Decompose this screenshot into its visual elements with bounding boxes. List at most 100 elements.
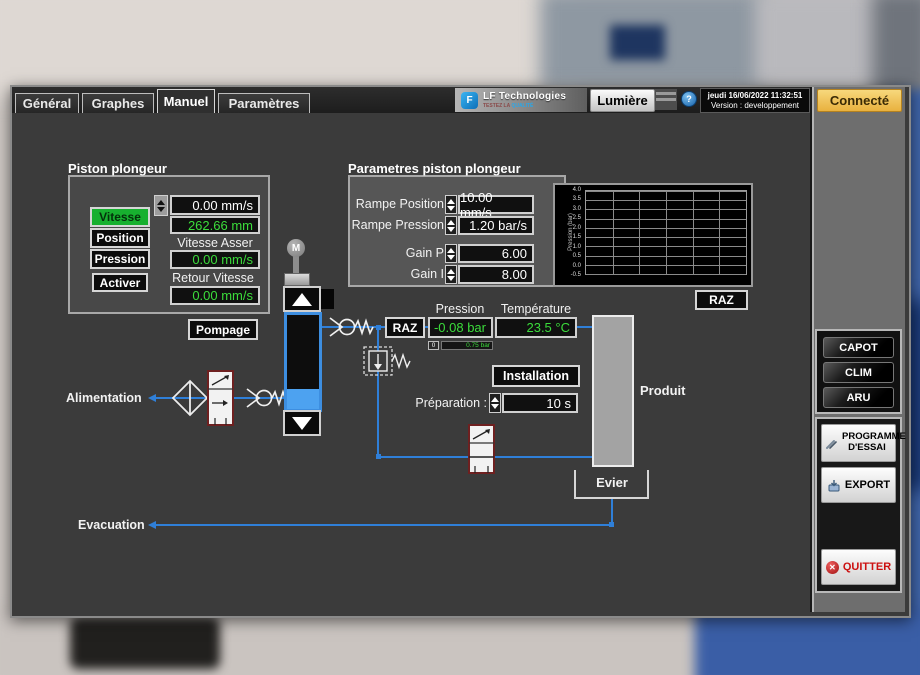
- preparation-label: Préparation :: [392, 396, 487, 410]
- rampe-pression-label: Rampe Pression: [348, 218, 444, 232]
- mode-vitesse-button[interactable]: Vitesse: [90, 207, 150, 227]
- application-window: Général Graphes Manuel Paramètres F LF T…: [10, 85, 911, 618]
- position-display: 262.66 mm: [170, 216, 260, 234]
- temperature-display: 23.5 °C: [495, 317, 577, 338]
- pression-display: -0.08 bar: [428, 317, 493, 338]
- tab-graphes[interactable]: Graphes: [82, 93, 154, 113]
- asser-label: Vitesse Asser: [170, 236, 260, 250]
- preparation-field[interactable]: 10 s: [502, 393, 578, 413]
- datetime-box: jeudi 16/06/2022 11:32:51 Version : deve…: [700, 88, 810, 113]
- export-icon: [827, 479, 841, 492]
- solenoid-valve-produit[interactable]: [469, 425, 494, 473]
- pression-chart: Pression (bar) 4.03.53.02.52.01.51.00.50…: [553, 183, 753, 287]
- quit-x-icon: ✕: [826, 561, 839, 574]
- setpoint-field[interactable]: 0.00 mm/s: [170, 195, 260, 215]
- pompage-button[interactable]: Pompage: [188, 319, 258, 340]
- parametres-group-title: Parametres piston plongeur: [348, 161, 521, 176]
- gain-p-label: Gain P: [348, 246, 444, 260]
- gain-i-spinner[interactable]: [445, 265, 457, 284]
- gain-i-label: Gain I: [348, 267, 444, 281]
- retour-label: Retour Vitesse: [160, 271, 266, 285]
- junction-dot: [376, 454, 381, 459]
- brand-tagline: TESTEZ LA QUALITÉ: [483, 104, 566, 109]
- jog-down-button[interactable]: [283, 410, 321, 436]
- tab-parametres[interactable]: Paramètres: [218, 93, 310, 113]
- preparation-spinner[interactable]: [489, 393, 501, 413]
- rampe-pression-spinner[interactable]: [445, 216, 457, 235]
- evacuation-label: Evacuation: [78, 518, 145, 532]
- tools-icon: [825, 437, 838, 450]
- motor-symbol: M: [287, 239, 305, 257]
- bg-blur-shape: [695, 608, 920, 675]
- tab-manuel[interactable]: Manuel: [157, 89, 215, 113]
- pression-zero-button[interactable]: 0: [428, 341, 439, 350]
- chart-raz-button[interactable]: RAZ: [695, 290, 748, 310]
- programme-essai-button[interactable]: PROGRAMME D'ESSAI: [821, 424, 896, 462]
- retour-display: 0.00 mm/s: [170, 286, 260, 305]
- rampe-position-spinner[interactable]: [445, 195, 457, 214]
- sidebar: Connecté CAPOT CLIM ARU PROGRAMME D'ESSA…: [812, 87, 905, 612]
- installation-button[interactable]: Installation: [492, 365, 580, 387]
- alimentation-label: Alimentation: [66, 391, 142, 405]
- rampe-position-label: Rampe Position: [348, 197, 444, 211]
- mode-position-button[interactable]: Position: [90, 228, 150, 248]
- lumiere-button[interactable]: Lumière: [590, 89, 655, 112]
- lf-logo-icon: F: [461, 92, 478, 109]
- help-icon[interactable]: ?: [681, 91, 697, 107]
- clim-button[interactable]: CLIM: [823, 362, 894, 383]
- motor-base: [284, 273, 310, 286]
- temperature-label: Température: [495, 302, 577, 316]
- junction-dot: [376, 325, 381, 330]
- pression-label: Pression: [416, 302, 504, 316]
- produit-label: Produit: [640, 383, 686, 398]
- pression-gauge: 0.75 bar: [441, 341, 493, 350]
- asser-display: 0.00 mm/s: [170, 250, 260, 269]
- manual-page: Piston plongeur Vitesse Position Pressio…: [12, 113, 810, 612]
- gain-p-field[interactable]: 6.00: [458, 244, 534, 263]
- main-area: Général Graphes Manuel Paramètres F LF T…: [12, 87, 812, 612]
- chart-plot: [585, 190, 747, 275]
- capot-button[interactable]: CAPOT: [823, 337, 894, 358]
- version-text: Version : developpement: [711, 101, 799, 111]
- bg-blur-shape: [610, 25, 665, 60]
- quitter-label: QUITTER: [843, 561, 891, 574]
- piston-group-title: Piston plongeur: [68, 161, 167, 176]
- mode-pression-button[interactable]: Pression: [90, 249, 150, 269]
- tagline-accent: QUALITÉ: [511, 103, 533, 109]
- actions-panel: PROGRAMME D'ESSAI EXPORT ✕ QUITTER: [815, 417, 902, 593]
- solenoid-valve-alimentation[interactable]: [208, 371, 233, 425]
- connecte-button[interactable]: Connecté: [817, 89, 902, 112]
- programme-essai-label: PROGRAMME D'ESSAI: [842, 432, 892, 454]
- alim-arrow: [148, 394, 156, 402]
- gain-i-field[interactable]: 8.00: [458, 265, 534, 284]
- jog-up-button[interactable]: [283, 286, 321, 312]
- junction-dot: [609, 522, 614, 527]
- activer-button[interactable]: Activer: [92, 273, 148, 292]
- relay-panel: CAPOT CLIM ARU: [815, 329, 902, 414]
- screen: Général Graphes Manuel Paramètres F LF T…: [0, 0, 920, 675]
- gain-p-spinner[interactable]: [445, 244, 457, 263]
- datetime-text: jeudi 16/06/2022 11:32:51: [708, 91, 803, 101]
- pression-raz-button[interactable]: RAZ: [385, 317, 425, 338]
- quitter-button[interactable]: ✕ QUITTER: [821, 549, 896, 585]
- tab-bar: Général Graphes Manuel Paramètres: [15, 89, 310, 113]
- export-label: EXPORT: [845, 479, 890, 492]
- setpoint-spinner[interactable]: [154, 195, 168, 216]
- brand-banner: F LF Technologies TESTEZ LA QUALITÉ: [455, 88, 587, 112]
- brand-name: LF Technologies: [483, 92, 566, 102]
- evier-label: Evier: [578, 475, 646, 490]
- aru-button[interactable]: ARU: [823, 387, 894, 408]
- cylinder-fluid: [287, 389, 319, 409]
- export-button[interactable]: EXPORT: [821, 467, 896, 503]
- chart-ytick-labels: 4.03.53.02.52.01.51.00.50.0-0.5: [569, 190, 583, 275]
- header-bar: Général Graphes Manuel Paramètres F LF T…: [12, 87, 810, 113]
- tagline-prefix: TESTEZ LA: [483, 103, 511, 109]
- rampe-position-field[interactable]: 10.00 mm/s: [458, 195, 534, 214]
- relief-valve: [364, 347, 410, 375]
- piston-cylinder: [284, 312, 322, 412]
- tab-general[interactable]: Général: [15, 93, 79, 113]
- bg-blur-shape: [70, 617, 220, 669]
- produit-tank: [592, 315, 634, 467]
- grip-decoration: [655, 89, 677, 110]
- rampe-pression-field[interactable]: 1.20 bar/s: [458, 216, 534, 235]
